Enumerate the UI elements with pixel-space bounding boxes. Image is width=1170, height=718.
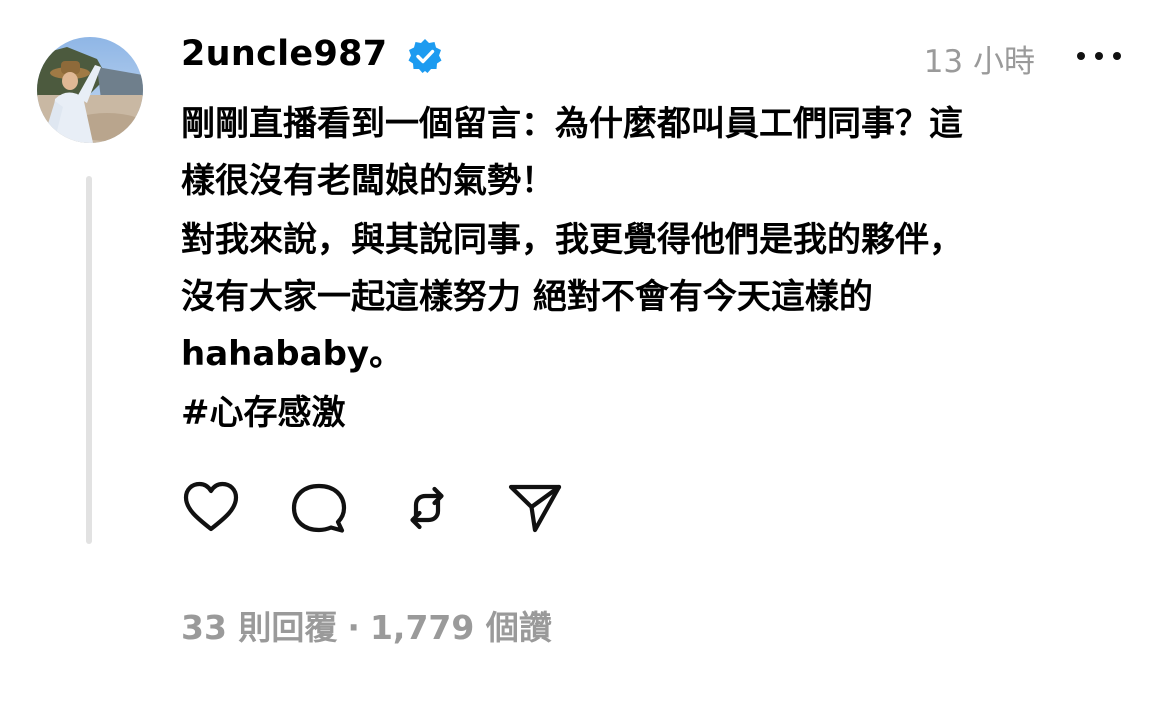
- more-options-icon[interactable]: [1077, 40, 1121, 72]
- action-bar: [181, 478, 601, 538]
- repost-button[interactable]: [397, 478, 457, 538]
- likes-count[interactable]: 1,779 個讚: [370, 608, 552, 647]
- like-button[interactable]: [181, 478, 241, 538]
- reply-button[interactable]: [289, 478, 349, 538]
- post-paragraph-1: 剛剛直播看到一個留言：為什麼都叫員工們同事？這 樣很沒有老闆娘的氣勢！: [181, 96, 1116, 210]
- post-line: hahababy。: [181, 334, 404, 374]
- post-line: 沒有大家一起這樣努力 絕對不會有今天這樣的: [181, 277, 873, 317]
- send-icon: [508, 484, 562, 533]
- stats-separator: ·: [347, 608, 360, 647]
- post-header: 2uncle987 13 小時: [181, 30, 1131, 82]
- thread-post: 2uncle987 13 小時 剛剛直播看到一個留言：為什麼都叫員工們同事？這 …: [0, 0, 1170, 718]
- comment-bubble-icon: [291, 483, 347, 533]
- replies-count[interactable]: 33 則回覆: [181, 608, 337, 647]
- post-stats: 33 則回覆 · 1,779 個讚: [181, 601, 552, 649]
- post-body: 剛剛直播看到一個留言：為什麼都叫員工們同事？這 樣很沒有老闆娘的氣勢！ 對我來說…: [181, 96, 1116, 444]
- username[interactable]: 2uncle987: [181, 34, 387, 74]
- post-line: 剛剛直播看到一個留言：為什麼都叫員工們同事？這: [181, 104, 963, 144]
- repost-icon: [410, 486, 444, 530]
- thread-line: [86, 176, 92, 544]
- share-button[interactable]: [505, 478, 565, 538]
- post-line: 對我來說，與其說同事，我更覺得他們是我的夥伴，: [181, 220, 963, 260]
- hashtag-link[interactable]: #心存感激: [181, 385, 1116, 442]
- post-paragraph-2: 對我來說，與其說同事，我更覺得他們是我的夥伴， 沒有大家一起這樣努力 絕對不會有…: [181, 212, 1116, 383]
- post-line: 樣很沒有老闆娘的氣勢！: [181, 161, 555, 201]
- heart-icon: [183, 481, 239, 532]
- verified-badge-icon: [407, 38, 443, 74]
- avatar[interactable]: [37, 37, 143, 143]
- post-timestamp: 13 小時: [923, 44, 1035, 80]
- avatar-photo: [37, 37, 143, 143]
